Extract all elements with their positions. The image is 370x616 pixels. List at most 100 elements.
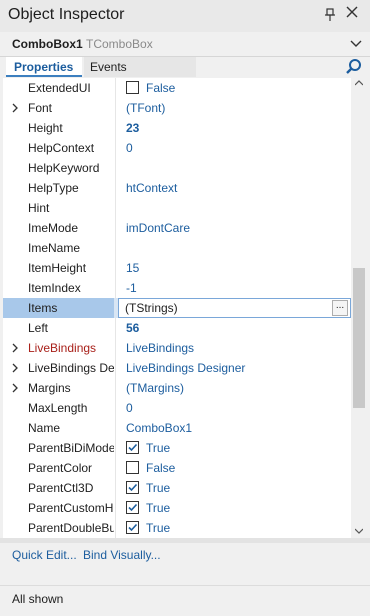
property-name: Height <box>28 121 63 135</box>
property-name: ParentCtl3D <box>28 481 94 495</box>
property-name: HelpContext <box>28 141 95 155</box>
checkbox[interactable] <box>126 481 139 494</box>
ellipsis-button[interactable]: ... <box>332 300 348 316</box>
bind-visually-link[interactable]: Bind Visually... <box>83 548 161 562</box>
property-value[interactable]: LiveBindings <box>126 338 194 358</box>
expand-chevron-icon[interactable] <box>10 343 20 353</box>
component-type: TComboBox <box>86 37 153 51</box>
checkbox[interactable] <box>126 461 139 474</box>
inspector-tabs: Properties Events <box>0 57 370 77</box>
property-name: Items <box>3 298 114 318</box>
property-value[interactable]: imDontCare <box>126 218 190 238</box>
property-value: False <box>146 81 176 95</box>
expand-chevron-icon[interactable] <box>10 103 20 113</box>
property-row[interactable]: LiveBindings Designer LiveBindings Design… <box>3 358 351 378</box>
property-row[interactable]: LiveBindings LiveBindings <box>3 338 351 358</box>
property-value[interactable]: 0 <box>126 398 133 418</box>
property-name: Font <box>28 101 53 115</box>
property-value: True <box>146 481 171 495</box>
property-name: ItemHeight <box>28 261 87 275</box>
property-name: ParentBiDiMode <box>28 441 114 455</box>
component-name: ComboBox1 <box>12 37 83 51</box>
property-name: HelpKeyword <box>28 161 100 175</box>
tab-properties[interactable]: Properties <box>6 57 82 77</box>
property-name: ParentColor <box>28 461 93 475</box>
property-name: LiveBindings <box>28 341 97 355</box>
property-row[interactable]: HelpContext 0 <box>3 138 351 158</box>
property-row[interactable]: ParentBiDiMode True <box>3 438 351 458</box>
checkbox[interactable] <box>126 501 139 514</box>
property-value: (TStrings) <box>125 301 178 315</box>
property-name: Margins <box>28 381 71 395</box>
property-value: False <box>146 461 176 475</box>
status-text: All shown <box>12 592 64 606</box>
window-title: Object Inspector <box>8 6 125 23</box>
property-value: True <box>146 521 171 535</box>
title-bar: Object Inspector <box>0 0 370 32</box>
chevron-down-icon[interactable] <box>349 35 363 51</box>
property-value[interactable]: (TMargins) <box>126 378 184 398</box>
property-name: ParentCustomHint <box>28 501 114 515</box>
expand-chevron-icon[interactable] <box>10 383 20 393</box>
property-value: True <box>146 441 171 455</box>
property-name: ImeName <box>28 241 81 255</box>
property-row[interactable]: Hint <box>3 198 351 218</box>
property-row[interactable]: ImeMode imDontCare <box>3 218 351 238</box>
scroll-thumb[interactable] <box>353 268 365 408</box>
checkbox[interactable] <box>126 521 139 534</box>
property-value[interactable]: -1 <box>126 278 137 298</box>
property-row[interactable]: Margins (TMargins) <box>3 378 351 398</box>
property-value[interactable]: LiveBindings Designer <box>126 358 245 378</box>
property-grid: ExtendedUI False Font (TFont) Height 23 HelpCo… <box>3 78 351 538</box>
status-bar: All shown <box>0 585 370 616</box>
property-row[interactable]: ParentDoubleBuffered True <box>3 518 351 538</box>
property-row[interactable]: Name ComboBox1 <box>3 418 351 438</box>
checkbox[interactable] <box>126 441 139 454</box>
property-row[interactable]: MaxLength 0 <box>3 398 351 418</box>
property-name: HelpType <box>28 181 79 195</box>
property-value[interactable]: (TFont) <box>126 98 165 118</box>
checkbox[interactable] <box>126 81 139 94</box>
property-editor[interactable]: (TStrings)... <box>118 298 351 318</box>
property-name: MaxLength <box>28 401 88 415</box>
property-row[interactable]: ParentCustomHint True <box>3 498 351 518</box>
property-value[interactable]: ComboBox1 <box>126 418 192 438</box>
property-value[interactable]: 56 <box>126 318 139 338</box>
property-value: True <box>146 501 171 515</box>
property-value[interactable]: htContext <box>126 178 177 198</box>
component-selector[interactable]: ComboBox1 TComboBox <box>0 32 370 57</box>
property-name: ExtendedUI <box>28 81 91 95</box>
property-name: Left <box>28 321 49 335</box>
property-row[interactable]: ItemIndex -1 <box>3 278 351 298</box>
property-value[interactable]: 23 <box>126 118 139 138</box>
property-name: ParentDoubleBuffered <box>28 521 114 535</box>
property-row[interactable]: ParentColor False <box>3 458 351 478</box>
property-row[interactable]: ItemHeight 15 <box>3 258 351 278</box>
close-icon[interactable] <box>344 5 360 23</box>
scroll-up-icon[interactable] <box>355 80 363 86</box>
property-name: ItemIndex <box>28 281 81 295</box>
property-row[interactable]: Left 56 <box>3 318 351 338</box>
property-name: ImeMode <box>28 221 79 235</box>
property-value[interactable]: 15 <box>126 258 139 278</box>
search-icon[interactable] <box>345 58 363 76</box>
property-row[interactable]: Font (TFont) <box>3 98 351 118</box>
property-row[interactable]: HelpKeyword <box>3 158 351 178</box>
scroll-down-icon[interactable] <box>355 528 363 534</box>
property-name: LiveBindings Designer <box>28 361 114 375</box>
property-row[interactable]: Items (TStrings)... <box>3 298 351 318</box>
property-row[interactable]: Height 23 <box>3 118 351 138</box>
pin-icon[interactable] <box>323 7 337 23</box>
property-row[interactable]: ImeName <box>3 238 351 258</box>
property-name: Hint <box>28 201 50 215</box>
expand-chevron-icon[interactable] <box>10 363 20 373</box>
property-row[interactable]: ParentCtl3D True <box>3 478 351 498</box>
property-name: Name <box>28 421 61 435</box>
vertical-scrollbar[interactable] <box>351 78 367 538</box>
property-row[interactable]: ExtendedUI False <box>3 78 351 98</box>
property-row[interactable]: HelpType htContext <box>3 178 351 198</box>
action-links: Quick Edit... Bind Visually... <box>0 543 370 585</box>
tab-events[interactable]: Events <box>84 57 196 77</box>
quick-edit-link[interactable]: Quick Edit... <box>12 548 77 562</box>
property-value[interactable]: 0 <box>126 138 133 158</box>
